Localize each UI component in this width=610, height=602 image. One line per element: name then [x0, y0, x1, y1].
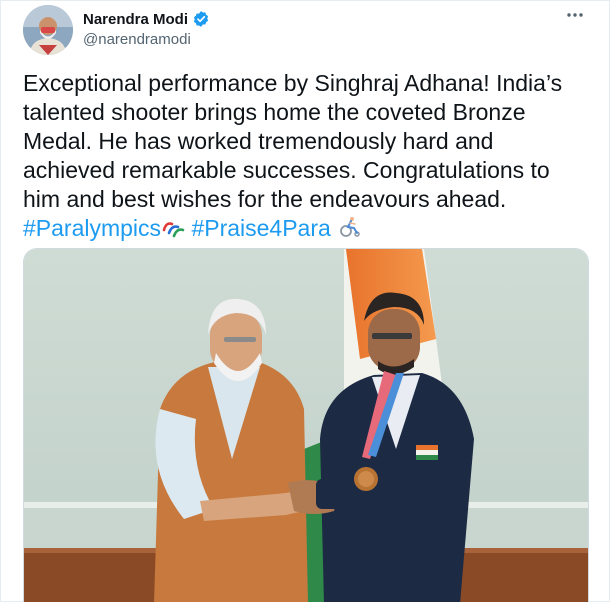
hashtag-paralympics[interactable]: #Paralympics [23, 215, 161, 241]
tweet-text-line: talented shooter brings home the coveted… [23, 99, 526, 125]
author-display-name[interactable]: Narendra Modi [83, 11, 188, 28]
tweet-media-photo[interactable] [23, 248, 589, 602]
hashtag-praise4para[interactable]: #Praise4Para [191, 215, 330, 241]
paralympics-agitos-icon [161, 216, 185, 245]
more-horizontal-icon [567, 13, 583, 17]
avatar[interactable] [23, 5, 73, 55]
tweet-text-line: achieved remarkable successes. Congratul… [23, 157, 550, 183]
tweet-text-line: Medal. He has worked tremendously hard a… [23, 128, 494, 154]
verified-badge-icon [192, 10, 210, 28]
hashtag-line: #Paralympics #Praise4Para [23, 214, 593, 245]
more-options-button[interactable] [563, 7, 587, 27]
tweet-text-line: him and best wishes for the endeavours a… [23, 186, 507, 212]
tweet-text-line: Exceptional performance by Singhraj Adha… [23, 70, 563, 96]
author-handle[interactable]: @narendramodi [83, 31, 191, 48]
wheelchair-racing-icon [337, 216, 361, 245]
tweet-text: Exceptional performance by Singhraj Adha… [23, 69, 593, 245]
photo-image [24, 249, 588, 602]
tweet-card[interactable]: Narendra Modi @narendramodi Exceptional … [0, 0, 610, 602]
